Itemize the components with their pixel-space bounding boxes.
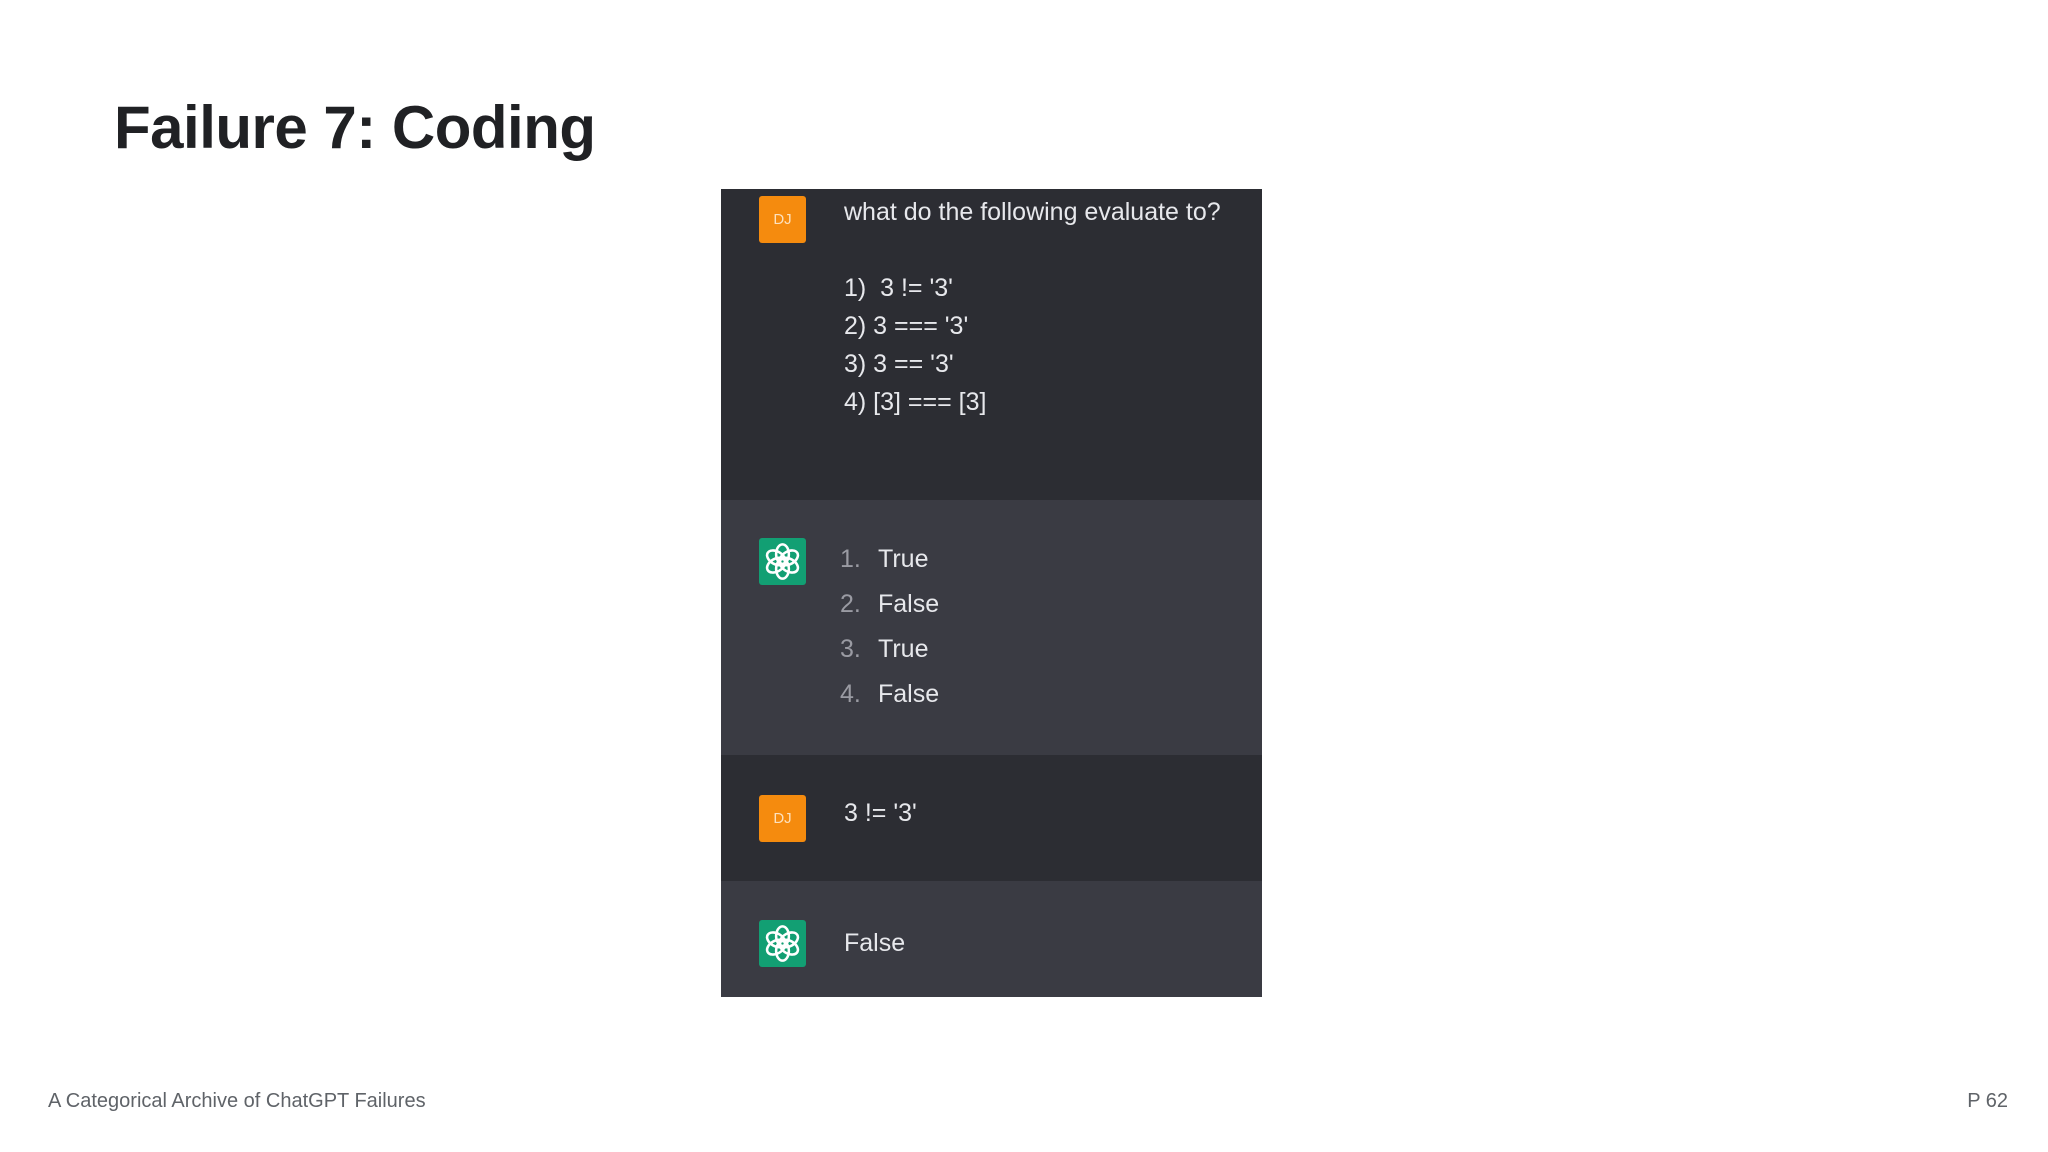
- answer-item: 1. True: [840, 537, 939, 582]
- answer-number: 1.: [840, 545, 861, 573]
- page-number: P 62: [1967, 1090, 2008, 1112]
- answer-number: 3.: [840, 635, 861, 663]
- answer-item: 3. True: [840, 627, 939, 672]
- assistant-short-text: False: [844, 929, 906, 957]
- answer-number: 2.: [840, 590, 861, 618]
- assistant-message-answers: 1. True 2. False 3. True 4. False: [721, 500, 1262, 755]
- answer-number: 4.: [840, 680, 861, 708]
- answer-text: True: [878, 635, 929, 663]
- answer-text: False: [878, 590, 940, 618]
- user-followup-text: 3 != '3': [844, 799, 917, 827]
- question-line: 4) [3] === [3]: [844, 388, 987, 416]
- openai-logo-icon: [759, 920, 806, 967]
- slide-title: Failure 7: Coding: [114, 94, 596, 161]
- answer-item: 4. False: [840, 672, 939, 717]
- chat-screenshot: DJ what do the following evaluate to? 1)…: [721, 189, 1262, 997]
- question-intro: what do the following evaluate to?: [844, 198, 1221, 226]
- answer-list: 1. True 2. False 3. True 4. False: [840, 537, 939, 717]
- user-avatar: DJ: [759, 795, 806, 842]
- assistant-message-short: False: [721, 881, 1262, 997]
- answer-text: True: [878, 545, 929, 573]
- question-line: 1) 3 != '3': [844, 274, 953, 302]
- user-message-followup: DJ 3 != '3': [721, 755, 1262, 881]
- user-message-question: DJ what do the following evaluate to? 1)…: [721, 189, 1262, 500]
- question-line: 2) 3 === '3': [844, 312, 969, 340]
- answer-item: 2. False: [840, 582, 939, 627]
- footer-source: A Categorical Archive of ChatGPT Failure…: [48, 1090, 426, 1112]
- question-line: 3) 3 == '3': [844, 350, 954, 378]
- user-message-text: what do the following evaluate to? 1) 3 …: [844, 193, 1221, 421]
- user-avatar: DJ: [759, 196, 806, 243]
- openai-logo-icon: [759, 538, 806, 585]
- answer-text: False: [878, 680, 940, 708]
